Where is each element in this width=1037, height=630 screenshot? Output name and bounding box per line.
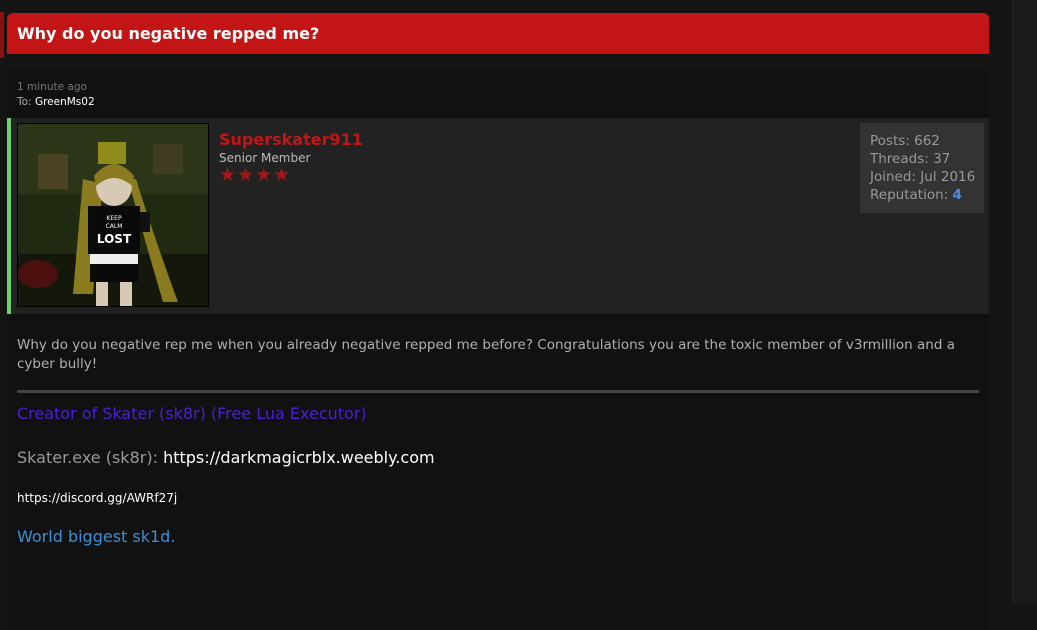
- right-scroll-gutter: [1012, 0, 1037, 603]
- recipient-line: To: GreenMs02: [17, 95, 989, 110]
- private-message: Why do you negative repped me? 1 minute …: [7, 13, 989, 630]
- stat-posts: Posts: 662: [870, 133, 940, 149]
- recipient-user-link[interactable]: GreenMs02: [35, 96, 95, 108]
- avatar-image: KEEP CALM LOST: [18, 124, 208, 306]
- author-username[interactable]: Superskater911: [219, 130, 363, 149]
- avatar[interactable]: KEEP CALM LOST: [17, 123, 209, 307]
- skater-label: Skater.exe (sk8r):: [17, 448, 158, 467]
- message-time: 1 minute ago: [17, 81, 87, 93]
- message-card: 1 minute ago To: GreenMs02 KEEP CALM LOS…: [7, 70, 989, 630]
- reputation-link[interactable]: 4: [952, 187, 961, 203]
- message-meta: 1 minute ago To: GreenMs02: [7, 70, 989, 110]
- avatar-shirt-line3: LOST: [97, 232, 132, 246]
- creator-link[interactable]: Creator of Skater (sk8r) (Free Lua Execu…: [17, 403, 979, 425]
- stat-reputation: Reputation: 4: [870, 187, 962, 203]
- skater-url-link[interactable]: https://darkmagicrblx.weebly.com: [163, 448, 435, 467]
- skater-line: Skater.exe (sk8r): https://darkmagicrblx…: [17, 447, 979, 469]
- avatar-shirt-line2: CALM: [106, 223, 123, 230]
- discord-link[interactable]: https://discord.gg/AWRf27j: [17, 490, 979, 506]
- stat-threads: Threads: 37: [870, 151, 951, 167]
- stat-joined: Joined: Jul 2016: [870, 169, 976, 185]
- author-panel: KEEP CALM LOST Superskater911 Senior Mem…: [7, 118, 989, 314]
- thread-title: Why do you negative repped me?: [7, 13, 989, 54]
- author-title: Senior Member: [219, 151, 311, 165]
- author-stats: Posts: 662 Threads: 37 Joined: Jul 2016 …: [860, 123, 984, 213]
- avatar-shirt-line1: KEEP: [106, 215, 122, 222]
- recipient-label: To:: [17, 96, 32, 108]
- left-edge-accent: [0, 12, 4, 58]
- tagline-link[interactable]: World biggest sk1d.: [17, 526, 979, 548]
- rank-stars-icon: ★★★★: [219, 164, 292, 186]
- signature: Creator of Skater (sk8r) (Free Lua Execu…: [7, 393, 989, 548]
- message-body: Why do you negative rep me when you alre…: [17, 337, 955, 372]
